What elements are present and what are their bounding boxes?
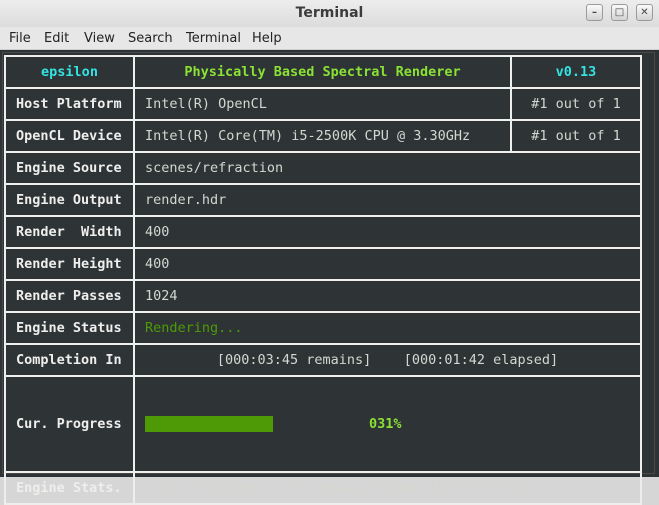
table-row-progress: Cur. Progress 031%	[4, 375, 642, 473]
progress-bar-track: 031%	[145, 409, 630, 439]
host-platform-index: #1 out of 1	[510, 87, 642, 121]
render-passes-label: Render Passes	[4, 279, 135, 313]
table-row-host-platform: Host Platform Intel(R) OpenCL #1 out of …	[4, 87, 642, 121]
menu-terminal[interactable]: Terminal	[186, 31, 241, 46]
progress-label: Cur. Progress	[4, 375, 135, 473]
table-row-engine-output: Engine Output render.hdr	[4, 183, 642, 217]
host-platform-label: Host Platform	[4, 87, 135, 121]
maximize-button[interactable]: □	[611, 4, 628, 21]
opencl-device-value: Intel(R) Core(TM) i5-2500K CPU @ 3.30GHz	[133, 119, 512, 153]
engine-source-label: Engine Source	[4, 151, 135, 185]
menu-search[interactable]: Search	[128, 31, 173, 46]
host-platform-value: Intel(R) OpenCL	[133, 87, 512, 121]
progress-bar-fill	[145, 416, 273, 432]
table-row-engine-source: Engine Source scenes/refraction	[4, 151, 642, 185]
render-height-label: Render Height	[4, 247, 135, 281]
app-description: Physically Based Spectral Renderer	[133, 55, 512, 89]
table-row-render-passes: Render Passes 1024	[4, 279, 642, 313]
app-version: v0.13	[510, 55, 642, 89]
header-row: epsilon Physically Based Spectral Render…	[4, 55, 642, 89]
window-title: Terminal	[295, 5, 364, 21]
menu-help[interactable]: Help	[252, 31, 282, 46]
completion-label: Completion In	[4, 343, 135, 377]
engine-status-label: Engine Status	[4, 311, 135, 345]
progress-cell: 031%	[133, 375, 642, 473]
engine-output-label: Engine Output	[4, 183, 135, 217]
menu-bar: File Edit View Search Terminal Help	[0, 27, 659, 50]
engine-status-value: Rendering...	[133, 311, 642, 345]
window-titlebar[interactable]: Terminal – □ ✕	[0, 0, 659, 27]
minimize-button[interactable]: –	[586, 4, 603, 21]
table-row-render-height: Render Height 400	[4, 247, 642, 281]
menu-file[interactable]: File	[9, 31, 31, 46]
engine-output-value: render.hdr	[133, 183, 642, 217]
menu-edit[interactable]: Edit	[44, 31, 69, 46]
opencl-device-label: OpenCL Device	[4, 119, 135, 153]
engine-source-value: scenes/refraction	[133, 151, 642, 185]
close-button[interactable]: ✕	[636, 4, 653, 21]
render-width-value: 400	[133, 215, 642, 249]
terminal-area[interactable]: epsilon Physically Based Spectral Render…	[0, 50, 659, 505]
table-row-engine-status: Engine Status Rendering...	[4, 311, 642, 345]
menu-view[interactable]: View	[84, 31, 115, 46]
renderer-status-table: epsilon Physically Based Spectral Render…	[4, 55, 642, 505]
progress-percent: 031%	[369, 416, 402, 432]
completion-value: [000:03:45 remains] [000:01:42 elapsed]	[133, 343, 642, 377]
render-passes-value: 1024	[133, 279, 642, 313]
table-row-opencl-device: OpenCL Device Intel(R) Core(TM) i5-2500K…	[4, 119, 642, 153]
opencl-device-index: #1 out of 1	[510, 119, 642, 153]
render-width-label: Render Width	[4, 215, 135, 249]
table-row-render-width: Render Width 400	[4, 215, 642, 249]
table-row-completion: Completion In [000:03:45 remains] [000:0…	[4, 343, 642, 377]
app-name: epsilon	[4, 55, 135, 89]
render-height-value: 400	[133, 247, 642, 281]
